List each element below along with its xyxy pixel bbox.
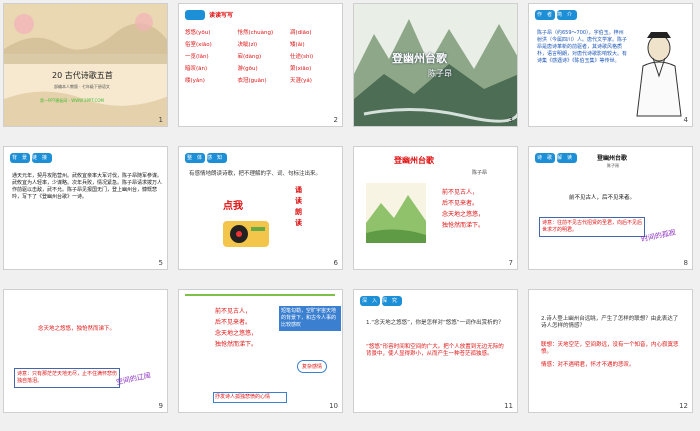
slide-number: 8 [683, 259, 688, 267]
slide-thumbnail-10[interactable]: 前不见古人， 后不见来者。 念天地之悠悠， 独怆然而涕下。 短笔勾勒，空旷宇宙天地的背… [178, 289, 343, 413]
slide-subtitle: 部编本人教版 · 七年级下册语文 [54, 84, 110, 89]
poem-lines: 前不见古人， 后不见来者。 念天地之悠悠， 独怆然而涕下。 [215, 306, 275, 350]
question-text: 2.诗人登上幽州台远眺，产生了怎样的联想？由此表达了诗人怎样的情感？ [541, 316, 679, 329]
word-row: 一览(lǎn) 宕(dàng) 仕途(shì) [185, 52, 340, 60]
poem-line: 前不见古人， [442, 189, 479, 196]
slide-thumbnail-6[interactable]: 整体感知 有感情地朗读诗歌，把不理解的字、词、句标注出来。 点我 诵读朗读 6 [178, 146, 343, 270]
heading-tag-icon [185, 10, 205, 20]
slide-tag: 深入探究 [362, 298, 403, 304]
music-player-icon [223, 221, 269, 247]
emotion-circle: 复杂感情 [297, 360, 328, 373]
slide-thumbnail-11[interactable]: 深入探究 1.“念天地之悠悠”，你是怎样对“悠悠”一词作出赏析的？ “悠悠”形容… [353, 289, 518, 413]
slide-author: 陈子昂 [428, 69, 452, 78]
word-row: 暗叹(ān) 游(gōu) 箫(xiāo) [185, 64, 340, 72]
slide-thumbnail-5[interactable]: 背景链接 通天元年，契丹攻陷营州。武攸宜亲率大军讨伐，陈子昂随军参谋。武攸宜为人… [3, 146, 168, 270]
poem-line: 后不见来者。 [442, 200, 479, 207]
vocab-word: 矮(ǎi) [290, 42, 305, 48]
slide-number: 12 [679, 402, 688, 410]
slide-thumbnail-4[interactable]: 作者简介 陈子昂（约659～700），字伯玉。梓州射洪（今属四川）人。唐代文学家… [528, 3, 693, 127]
poem-line: 念天地之悠悠， [442, 211, 485, 218]
vocab-word: 暗叹(ān) [185, 66, 208, 72]
vocab-word: 怆然(chuàng) [237, 30, 274, 36]
meaning-note: 诗意：往前不见古代招贤的圣君，向后不见后世求才的明君。 [539, 217, 645, 237]
vocab-word: 缕(yǎn) [185, 78, 205, 84]
slide-thumbnail-3[interactable]: 登幽州台歌 陈子昂 3 [353, 3, 518, 127]
slide-thumbnail-12[interactable]: 2.诗人登上幽州台远眺，产生了怎样的联想？由此表达了诗人怎样的情感？ 联想：天地… [528, 289, 693, 413]
portrait-icon [636, 32, 682, 117]
summary-box: 抒发诗人孤独悲愤的心情 [213, 392, 287, 403]
slide-thumbnail-2[interactable]: 读读写写 悠悠(yōu) 怆然(chuàng) 凋(diāo) 俗室(xiāo) 决眦(… [178, 3, 343, 127]
slide-number: 5 [158, 259, 163, 267]
slide-tag: 诗歌解读 [537, 155, 578, 161]
slide-title: 登幽州台歌 [597, 155, 628, 162]
slide-thumbnail-8[interactable]: 诗歌解读 登幽州台歌 陈子昂 前不见古人，后不见来者。 诗意：往前不见古代招贤的… [528, 146, 693, 270]
slide-footer: 第一PPT模板网 - WWW.1PPT.COM [40, 98, 104, 103]
slide-number: 4 [683, 116, 688, 124]
task-text: 有感情地朗读诗歌，把不理解的字、词、句标注出来。 [189, 171, 322, 177]
slide-title: 登幽州台歌 [392, 52, 447, 65]
word-row: 悠悠(yōu) 怆然(chuàng) 凋(diāo) [185, 28, 340, 36]
poem-line: 前不见古人， [215, 308, 252, 315]
background-text: 通天元年，契丹攻陷营州。武攸宜亲率大军讨伐，陈子昂随军参谋。武攸宜为人轻率，少谋… [12, 173, 163, 200]
side-label: 诵读朗读 [295, 186, 302, 227]
vocab-word: 游(gōu) [237, 66, 258, 72]
question-text: 1.“念天地之悠悠”，你是怎样对“悠悠”一词作出赏析的？ [366, 320, 504, 326]
poem-line: 后不见来者。 [215, 319, 252, 326]
answer-association: 联想：天地空茫，空间渺远，没有一个知音，内心寂寞悲愤。 [541, 342, 679, 355]
poem-lines: 前不见古人， 后不见来者。 念天地之悠悠， 独怆然而涕下。 [442, 187, 512, 231]
slide-title: 登幽州台歌 [394, 156, 434, 165]
answer-emotion: 情感：对不遇明君，怀才不遇的悲叹。 [541, 362, 635, 368]
vocab-word: 凋(diāo) [290, 30, 312, 36]
word-row: 俗室(xiāo) 决眦(zì) 矮(ǎi) [185, 40, 340, 48]
vocab-word: 箫(xiāo) [290, 66, 312, 72]
word-grid: 悠悠(yōu) 怆然(chuàng) 凋(diāo) 俗室(xiāo) 决眦(zì) 矮(… [185, 28, 340, 88]
landscape-decor-icon [4, 4, 167, 126]
slide-thumbnail-1[interactable]: 20 古代诗歌五首 部编本人教版 · 七年级下册语文 第一PPT模板网 - WW… [3, 3, 168, 127]
slide-thumbnail-9[interactable]: 念天地之悠悠，独怆然而涕下。 诗意：只有那茫茫天地无尽，止不住满怀悲伤独自落泪。… [3, 289, 168, 413]
slide-number: 2 [333, 116, 338, 124]
slide-tag: 整体感知 [187, 155, 228, 161]
click-me-badge[interactable]: 点我 [223, 197, 243, 212]
answer-text: “悠悠”形容时间和空间的广大。把个人放置到无边无际的背景中，使人显得渺小，从而产… [366, 344, 504, 357]
analysis-box: 短笔勾勒，空旷宇宙天地的背景下，和古今人事的比较感叹 [279, 306, 341, 331]
slide-author: 陈子昂 [607, 163, 619, 168]
poem-line: 前不见古人，后不见来者。 [569, 195, 636, 201]
vocab-word: 悠悠(yōu) [185, 30, 211, 36]
vocab-word: 一览(lǎn) [185, 54, 209, 60]
slide-number: 3 [508, 116, 513, 124]
vocab-word: 俗室(xiāo) [185, 42, 212, 48]
slide-thumbnail-7[interactable]: 登幽州台歌 陈子昂 前不见古人， 后不见来者。 念天地之悠悠， 独怆然而涕下。 7 [353, 146, 518, 270]
slide-number: 9 [158, 402, 163, 410]
meaning-note: 诗意：只有那茫茫天地无尽，止不住满怀悲伤独自落泪。 [14, 368, 120, 388]
poem-line: 独怆然而涕下。 [215, 341, 258, 348]
poem-line: 念天地之悠悠，独怆然而涕下。 [38, 326, 116, 332]
slide-author: 陈子昂 [472, 170, 488, 176]
divider [185, 294, 335, 296]
word-row: 缕(yǎn) 衣冠(guān) 天涯(yá) [185, 76, 340, 84]
vocab-word: 仕途(shì) [290, 54, 314, 60]
slide-number: 7 [508, 259, 513, 267]
poem-line: 念天地之悠悠， [215, 330, 258, 337]
theme-label: 时间的孤寂 [640, 228, 677, 244]
vocab-word: 决眦(zì) [237, 42, 258, 48]
ink-landscape-icon [366, 183, 426, 243]
slide-number: 10 [329, 402, 338, 410]
slide-number: 1 [158, 116, 163, 124]
vocab-word: 天涯(yá) [290, 78, 312, 84]
slide-title: 20 古代诗歌五首 [52, 71, 113, 80]
poem-line: 独怆然而涕下。 [442, 222, 485, 229]
slide-number: 6 [333, 259, 338, 267]
slide-heading: 读读写写 [209, 12, 234, 19]
vocab-word: 宕(dàng) [237, 54, 262, 60]
author-bio: 陈子昂（约659～700），字伯玉。梓州射洪（今属四川）人。唐代文学家。陈子昂是… [537, 30, 628, 64]
slide-tag: 背景链接 [12, 155, 53, 161]
slide-number: 11 [504, 402, 513, 410]
vocab-word: 衣冠(guān) [237, 78, 267, 84]
theme-label: 空间的辽阔 [115, 371, 152, 387]
slide-tag: 作者简介 [537, 12, 578, 18]
